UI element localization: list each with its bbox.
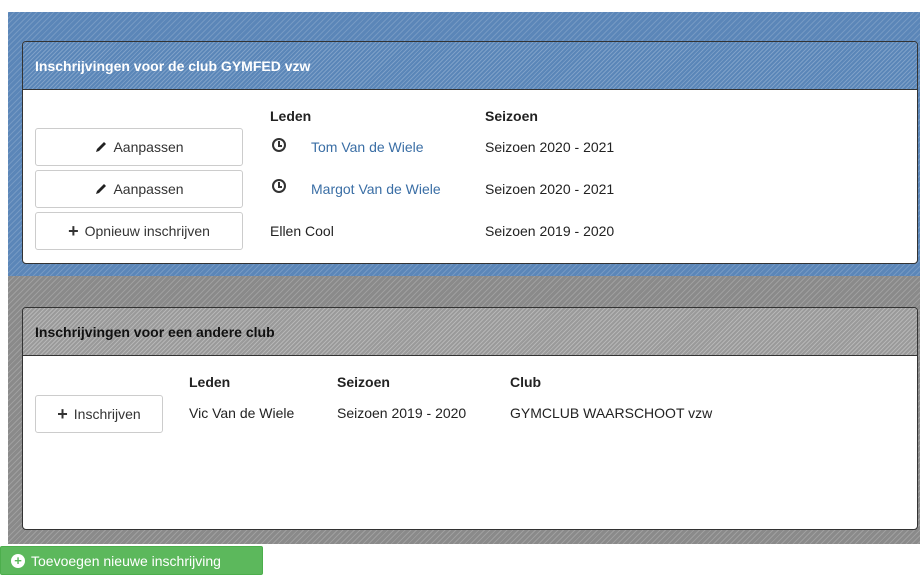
clock-icon	[272, 138, 286, 152]
own-club-header-season: Seizoen	[485, 108, 538, 124]
re-register-button-label: Opnieuw inschrijven	[84, 223, 210, 239]
other-club-header-members: Leden	[189, 374, 231, 390]
edit-registration-button[interactable]: Aanpassen	[35, 170, 243, 208]
register-button[interactable]: + Inschrijven	[35, 395, 163, 433]
edit-button-label: Aanpassen	[113, 139, 184, 155]
plus-icon: +	[57, 403, 68, 424]
member-name: Ellen Cool	[270, 223, 334, 239]
other-club-header-club: Club	[510, 374, 542, 390]
other-club-panel: Inschrijvingen voor een andere club Lede…	[22, 307, 918, 530]
member-link[interactable]: Tom Van de Wiele	[311, 139, 424, 155]
member-link[interactable]: Margot Van de Wiele	[311, 181, 441, 197]
club-cell: GYMCLUB WAARSCHOOT vzw	[510, 405, 713, 421]
own-club-header-members: Leden	[270, 108, 312, 124]
pencil-icon	[94, 182, 108, 196]
season-cell: Seizoen 2019 - 2020	[337, 405, 467, 421]
member-name: Vic Van de Wiele	[189, 405, 295, 421]
clock-icon	[272, 179, 286, 193]
other-club-panel-title: Inschrijvingen voor een andere club	[23, 308, 917, 356]
re-register-button[interactable]: + Opnieuw inschrijven	[35, 212, 243, 250]
own-club-panel: Inschrijvingen voor de club GYMFED vzw L…	[22, 41, 918, 264]
plus-icon: +	[68, 220, 79, 241]
season-cell: Seizoen 2020 - 2021	[485, 181, 615, 197]
own-club-panel-title: Inschrijvingen voor de club GYMFED vzw	[23, 42, 917, 90]
season-cell: Seizoen 2020 - 2021	[485, 139, 615, 155]
add-new-registration-label: Toevoegen nieuwe inschrijving	[31, 552, 221, 569]
pencil-icon	[94, 140, 108, 154]
other-club-header-season: Seizoen	[337, 374, 390, 390]
edit-button-label: Aanpassen	[113, 181, 184, 197]
register-button-label: Inschrijven	[73, 406, 141, 422]
season-cell: Seizoen 2019 - 2020	[485, 223, 615, 239]
edit-registration-button[interactable]: Aanpassen	[35, 128, 243, 166]
add-new-registration-button[interactable]: + Toevoegen nieuwe inschrijving	[0, 546, 263, 575]
plus-circle-icon: +	[11, 553, 25, 568]
